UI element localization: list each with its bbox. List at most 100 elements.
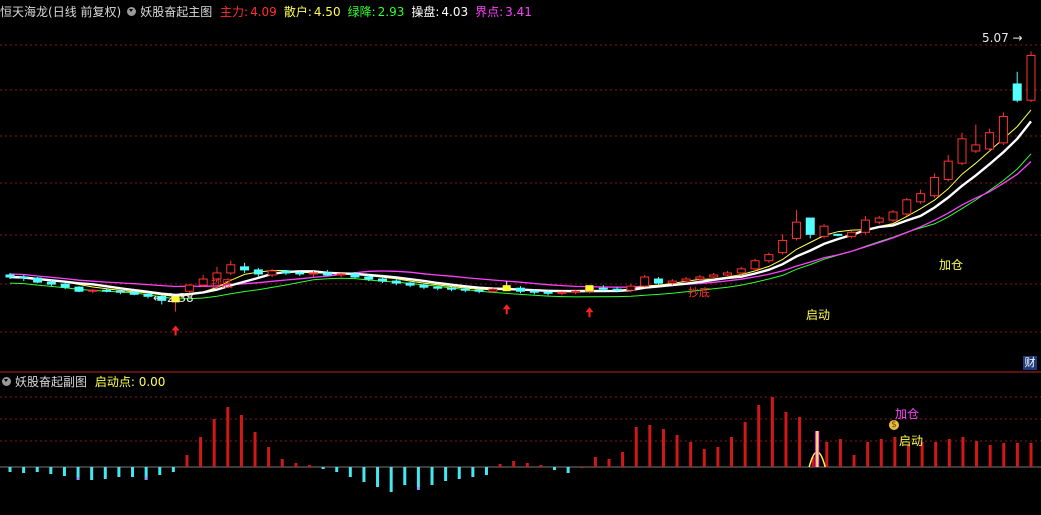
candle-body xyxy=(240,266,250,271)
sub-bar xyxy=(307,465,311,467)
sub-bar xyxy=(22,467,26,473)
sub-bar xyxy=(90,467,94,480)
sub-bar xyxy=(553,467,557,470)
sub-bar xyxy=(62,467,66,476)
sub-bar xyxy=(580,467,584,468)
candle-body xyxy=(253,269,263,275)
yellow-line xyxy=(9,109,1032,298)
sub-bar xyxy=(185,455,189,467)
sub-bar xyxy=(730,437,734,467)
sub-bar xyxy=(8,467,12,472)
candle-body xyxy=(460,288,470,291)
candle-body xyxy=(102,289,112,292)
candle-body xyxy=(74,286,84,292)
sub-bar xyxy=(566,467,570,473)
sub-bar xyxy=(321,467,325,469)
candle-body xyxy=(391,280,401,284)
coin-icon: $ xyxy=(889,420,899,430)
sub-bar xyxy=(158,467,162,475)
candle-body xyxy=(1026,54,1036,101)
candle-body xyxy=(985,132,995,150)
candle-body xyxy=(557,291,567,294)
sub-bar xyxy=(947,439,951,467)
sub-bar xyxy=(457,467,461,479)
candle-body xyxy=(88,289,98,292)
sub-bar xyxy=(798,417,802,467)
candle-body xyxy=(833,233,843,236)
sub-bar xyxy=(362,467,366,482)
sub-bar xyxy=(825,442,829,467)
sub-bar xyxy=(348,467,352,477)
candle-body xyxy=(778,239,788,254)
sub-bar xyxy=(512,461,516,467)
sub-bar xyxy=(430,467,434,485)
bottom-signal-label-2: 抄底 xyxy=(688,286,710,299)
sub-bar xyxy=(525,463,529,467)
sub-bar xyxy=(961,437,965,467)
candle-body xyxy=(819,225,829,237)
candle-body xyxy=(791,221,801,239)
candle-body xyxy=(336,273,346,276)
candle-body xyxy=(405,282,415,286)
sub-bar xyxy=(743,422,747,467)
sub-bar xyxy=(988,445,992,467)
candle-body xyxy=(33,277,43,283)
sub-bar xyxy=(103,467,107,479)
sub-bar xyxy=(675,435,679,467)
sub-bar xyxy=(661,429,665,467)
sub-add-position-label: 加仓 xyxy=(895,407,920,421)
candle-body xyxy=(281,270,291,274)
candle-body xyxy=(529,290,539,293)
candle-body xyxy=(929,176,939,197)
candle-body xyxy=(916,193,926,203)
sub-bar xyxy=(376,467,380,487)
candle-body xyxy=(516,287,525,292)
candle-body xyxy=(198,278,208,286)
candle-body xyxy=(888,211,898,221)
candle-body xyxy=(488,288,498,292)
sub-bar xyxy=(416,467,420,489)
signal-marker xyxy=(502,285,511,292)
sub-bar xyxy=(484,467,488,475)
candle-body xyxy=(902,199,912,215)
sub-bar xyxy=(253,432,257,467)
candle-body xyxy=(722,272,732,276)
candle-body xyxy=(874,217,884,223)
sub-bar xyxy=(838,439,842,467)
candle-body xyxy=(847,231,857,237)
candle-body xyxy=(860,219,870,233)
min-price-label: ← 2.38 xyxy=(153,291,194,305)
candle-body xyxy=(998,115,1008,144)
sub-bar xyxy=(335,467,339,472)
sub-bar xyxy=(1002,443,1006,467)
candle-body xyxy=(433,286,443,289)
sub-bar xyxy=(267,447,271,467)
sub-bar xyxy=(171,467,175,472)
candle-body xyxy=(447,287,457,290)
candle-body xyxy=(709,274,719,278)
sub-bar xyxy=(471,467,475,477)
sub-bar xyxy=(702,449,706,467)
candle-body xyxy=(612,288,622,291)
candle-body xyxy=(364,276,374,280)
finance-tab[interactable]: 财 xyxy=(1023,356,1037,370)
main-price-chart[interactable] xyxy=(0,0,1041,373)
signal-marker xyxy=(585,285,594,292)
sub-bar xyxy=(607,459,611,467)
sub-bar xyxy=(934,442,938,467)
candle-body xyxy=(957,138,967,164)
candle-body xyxy=(736,268,746,274)
candle-body xyxy=(226,264,236,274)
sub-indicator-chart[interactable] xyxy=(0,373,1041,515)
sub-bar xyxy=(35,467,39,472)
candle-body xyxy=(571,290,581,293)
sub-bar xyxy=(199,437,203,467)
candle-body xyxy=(143,293,153,297)
candle-body xyxy=(598,287,608,290)
candle-body xyxy=(378,278,388,282)
candle-body xyxy=(640,276,650,287)
sub-bar xyxy=(280,459,284,467)
sub-bar xyxy=(689,442,693,467)
candle-body xyxy=(543,291,553,294)
candle-body xyxy=(695,276,705,280)
